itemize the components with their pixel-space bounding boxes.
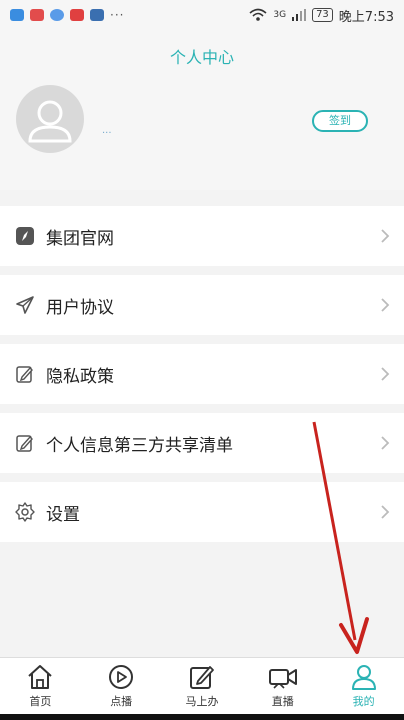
bottom-tab-bar: 首页 点播 马上办 直播 我的 bbox=[0, 657, 404, 714]
chevron-right-icon bbox=[381, 436, 390, 450]
notification-icons: ··· bbox=[10, 8, 124, 22]
pen-square-icon bbox=[189, 665, 214, 689]
home-icon bbox=[28, 664, 53, 689]
wifi-icon bbox=[249, 8, 267, 21]
tab-label: 我的 bbox=[352, 694, 375, 708]
menu-item-label: 设置 bbox=[46, 504, 80, 525]
play-icon bbox=[109, 664, 134, 689]
menu-item-label: 隐私政策 bbox=[46, 366, 114, 387]
app-notification-icon bbox=[70, 9, 84, 21]
status-bar: ··· 3G 73 晚上7:53 bbox=[0, 0, 404, 30]
menu-item-label: 集团官网 bbox=[46, 228, 114, 249]
menu-item-user-agreement[interactable]: 用户协议 bbox=[0, 275, 404, 335]
page-title: 个人中心 bbox=[169, 48, 234, 67]
menu-item-group-website[interactable]: 集团官网 bbox=[0, 206, 404, 266]
network-type: 3G bbox=[273, 10, 287, 20]
tab-vod[interactable]: 点播 bbox=[81, 658, 162, 714]
tab-label: 首页 bbox=[29, 694, 52, 708]
tab-service[interactable]: 马上办 bbox=[162, 658, 243, 714]
edit-icon bbox=[14, 363, 36, 385]
paper-plane-icon bbox=[14, 294, 36, 316]
checkin-button[interactable]: 签到 bbox=[312, 110, 368, 132]
chevron-right-icon bbox=[381, 298, 390, 312]
menu-item-third-party-sharing[interactable]: 个人信息第三方共享清单 bbox=[0, 413, 404, 473]
video-camera-icon bbox=[268, 668, 297, 689]
tab-home[interactable]: 首页 bbox=[0, 658, 81, 714]
avatar-placeholder-icon bbox=[28, 100, 72, 143]
menu-item-settings[interactable]: 设置 bbox=[0, 482, 404, 542]
menu-item-label: 用户协议 bbox=[46, 297, 114, 318]
signal-icon bbox=[292, 9, 307, 21]
menu-item-label: 个人信息第三方共享清单 bbox=[46, 435, 233, 456]
menu-item-privacy-policy[interactable]: 隐私政策 bbox=[0, 344, 404, 404]
username: ... bbox=[102, 125, 112, 136]
more-notifications-icon: ··· bbox=[110, 8, 125, 22]
tab-mine[interactable]: 我的 bbox=[323, 658, 404, 714]
chevron-right-icon bbox=[381, 505, 390, 519]
tab-label: 直播 bbox=[271, 694, 294, 708]
app-notification-icon bbox=[30, 9, 44, 21]
user-icon bbox=[351, 664, 376, 690]
system-nav-strip bbox=[0, 714, 404, 720]
menu-list: 集团官网 用户协议 隐私政策 个人信息第三方共享清单 设置 bbox=[0, 206, 404, 551]
compass-icon bbox=[14, 225, 36, 247]
edit-icon bbox=[14, 432, 36, 454]
chevron-right-icon bbox=[381, 229, 390, 243]
status-time: 晚上7:53 bbox=[338, 9, 394, 25]
profile-header: 个人中心 ... 签到 bbox=[0, 30, 404, 190]
battery-indicator: 73 bbox=[312, 8, 333, 22]
app-notification-icon bbox=[10, 9, 24, 21]
avatar[interactable] bbox=[16, 85, 84, 153]
app-notification-icon bbox=[50, 9, 64, 21]
tab-label: 点播 bbox=[110, 694, 133, 708]
app-notification-icon bbox=[90, 9, 104, 21]
tab-live[interactable]: 直播 bbox=[242, 658, 323, 714]
tab-label: 马上办 bbox=[185, 694, 219, 708]
gear-icon bbox=[14, 501, 36, 523]
chevron-right-icon bbox=[381, 367, 390, 381]
